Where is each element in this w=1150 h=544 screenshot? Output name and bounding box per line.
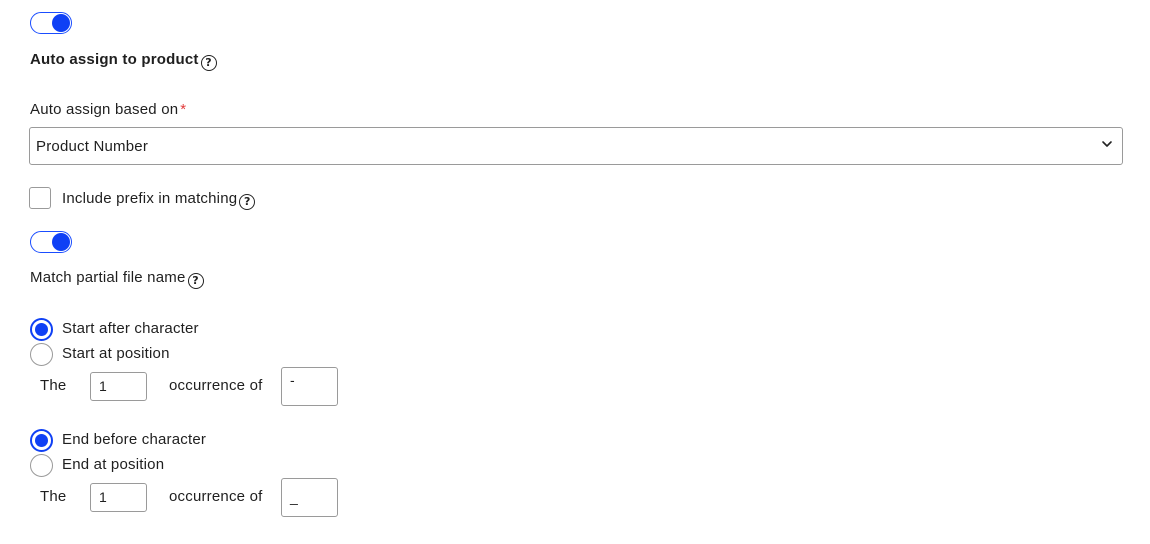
start-the-label: The [40, 377, 67, 394]
start-occurrence-input[interactable]: 1 [90, 372, 147, 401]
start-after-character-label: Start after character [62, 320, 199, 337]
help-icon[interactable]: ? [239, 194, 256, 210]
start-at-position-radio[interactable] [30, 343, 53, 366]
end-before-character-radio[interactable] [30, 429, 53, 452]
start-at-position-label: Start at position [62, 345, 170, 362]
auto-assign-toggle[interactable] [30, 12, 72, 34]
required-marker: * [180, 101, 187, 118]
include-prefix-checkbox[interactable] [29, 187, 51, 209]
chevron-down-icon [1102, 141, 1112, 147]
start-occurrence-value: 1 [99, 378, 107, 394]
partial-match-label-text: Match partial file name [30, 269, 186, 286]
end-occurrence-input[interactable]: 1 [90, 483, 147, 512]
toggle-knob [52, 233, 70, 251]
include-prefix-label: Include prefix in matching? [62, 190, 256, 210]
based-on-select[interactable]: Product Number [29, 127, 1123, 165]
radio-dot [35, 434, 48, 447]
partial-match-toggle[interactable] [30, 231, 72, 253]
start-after-character-radio[interactable] [30, 318, 53, 341]
toggle-knob [52, 14, 70, 32]
end-before-character-label: End before character [62, 431, 207, 448]
end-occurrence-label: occurrence of [169, 488, 263, 505]
help-icon[interactable]: ? [200, 55, 217, 71]
end-the-label: The [40, 488, 67, 505]
start-occurrence-label: occurrence of [169, 377, 263, 394]
end-character-value: _ [290, 489, 298, 505]
help-icon[interactable]: ? [187, 273, 204, 289]
based-on-label: Auto assign based on * [30, 101, 186, 118]
radio-dot [35, 323, 48, 336]
based-on-label-text: Auto assign based on [30, 101, 179, 118]
auto-assign-heading-text: Auto assign to product [30, 51, 199, 68]
end-at-position-radio[interactable] [30, 454, 53, 477]
end-character-input[interactable]: _ [281, 478, 338, 517]
partial-match-label: Match partial file name? [30, 269, 204, 289]
start-character-input[interactable]: - [281, 367, 338, 406]
auto-assign-heading: Auto assign to product? [30, 51, 217, 71]
end-at-position-label: End at position [62, 456, 165, 473]
start-character-value: - [290, 372, 295, 388]
based-on-select-value: Product Number [36, 138, 149, 155]
end-occurrence-value: 1 [99, 489, 107, 505]
include-prefix-label-text: Include prefix in matching [62, 190, 238, 207]
